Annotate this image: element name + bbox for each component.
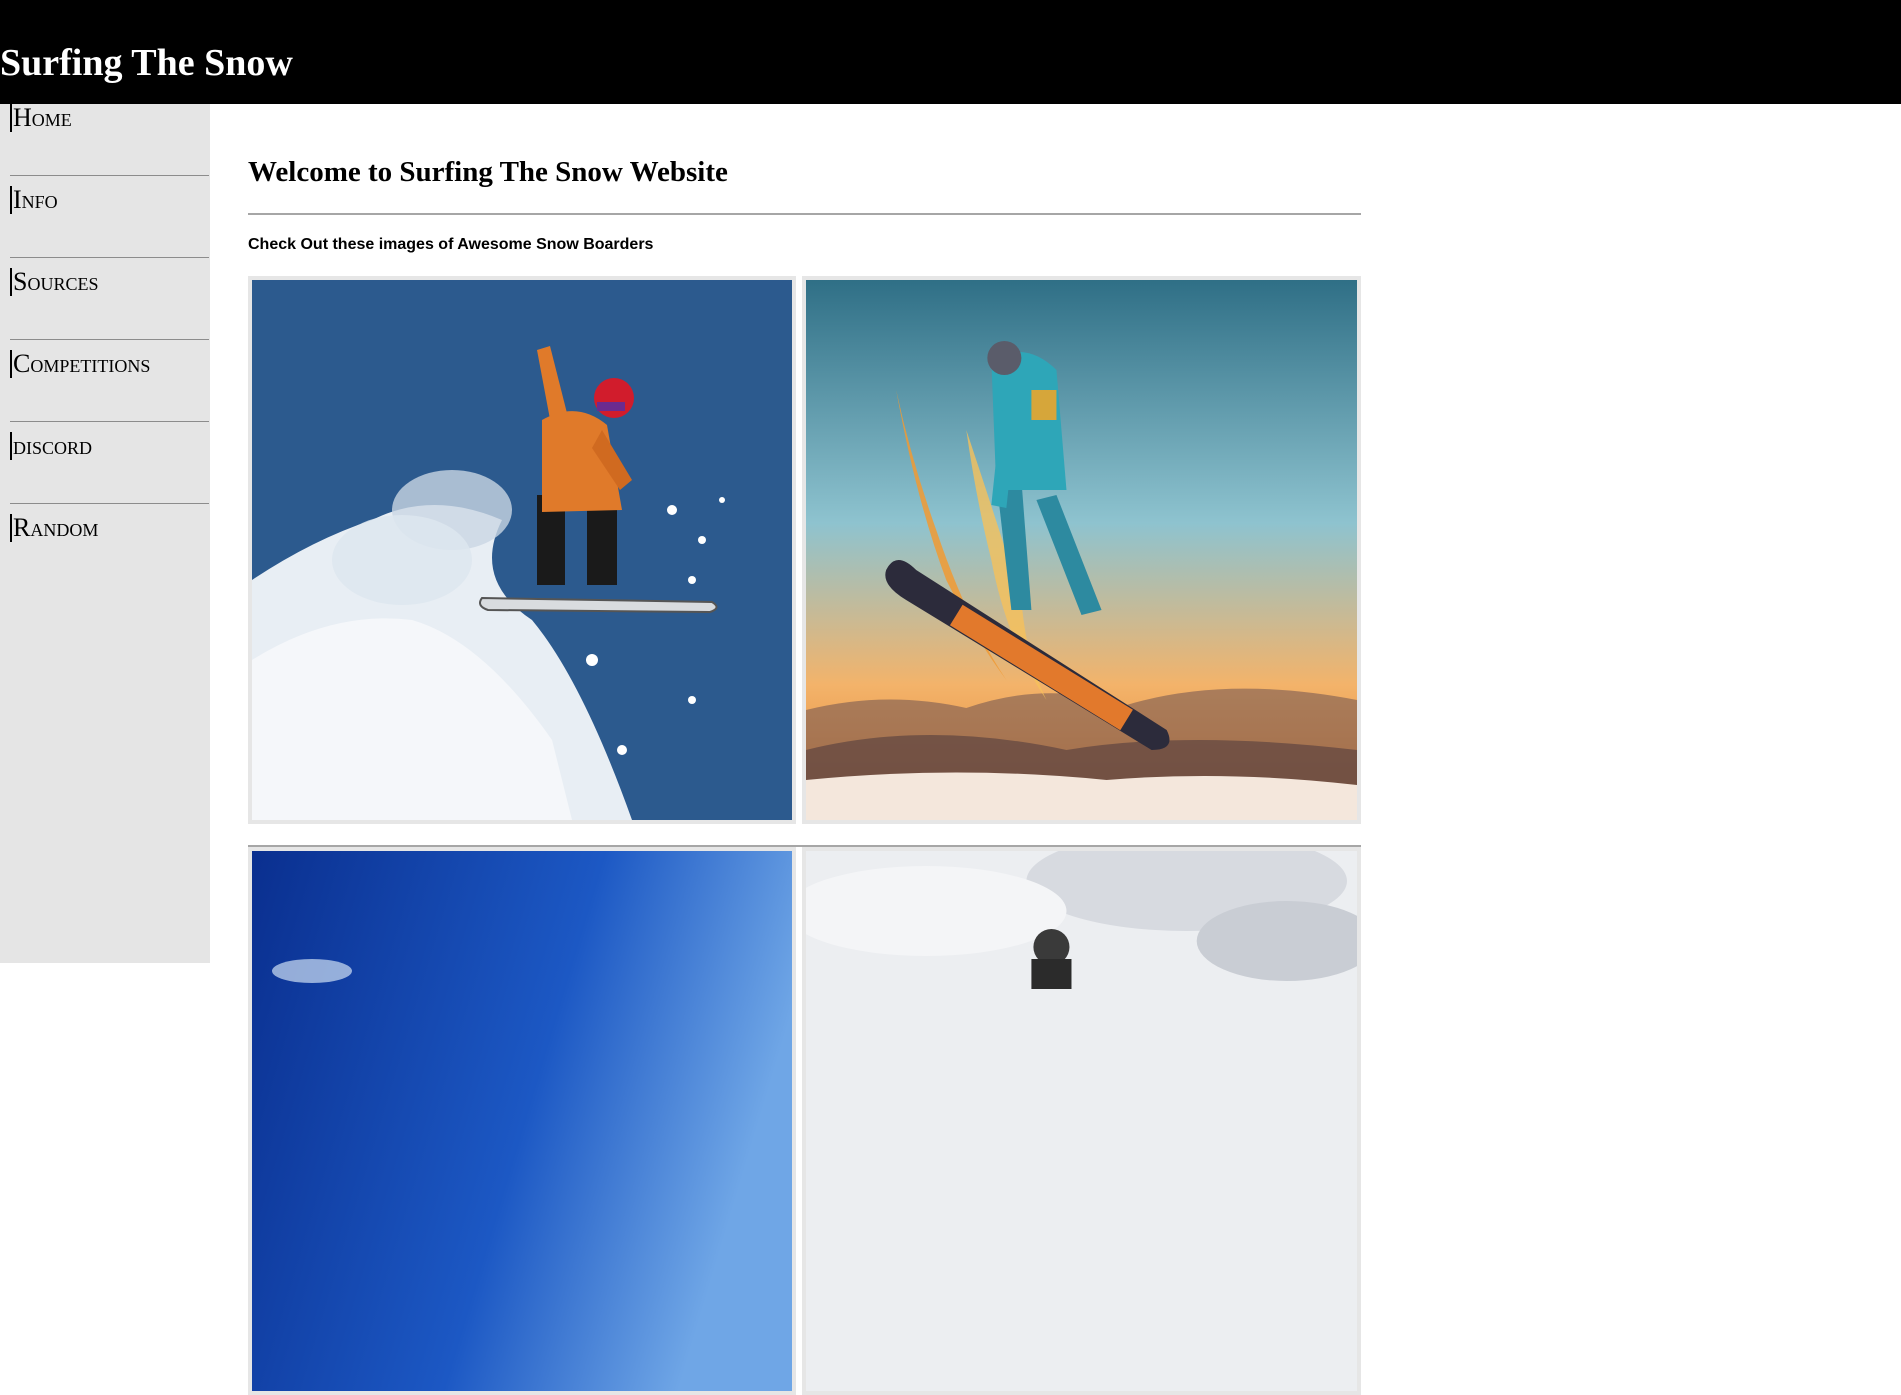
nav-divider [10,503,209,504]
snowboarder-photo-2 [802,276,1361,824]
sidebar-item-competitions[interactable]: Competitions [10,350,209,410]
sidebar-item-discord[interactable]: discord [10,432,209,492]
snowboarder-photo-cloudy-sky-icon [806,851,1357,1391]
snowboarder-photo-3 [248,847,796,1395]
sidebar-item-sources[interactable]: Sources [10,268,209,328]
nav-divider [10,175,209,176]
nav-divider [10,421,209,422]
nav-link-sources[interactable]: Sources [10,268,98,296]
page-title: Welcome to Surfing The Snow Website [248,156,728,188]
nav-divider [10,339,209,340]
horizontal-rule [248,213,1361,215]
nav-divider [10,257,209,258]
page-subheading: Check Out these images of Awesome Snow B… [248,236,654,253]
snowboarder-photo-4 [802,847,1361,1395]
snowboarder-photo-deep-blue-sky-icon [252,851,792,1391]
snowboarder-photo-sunset-jump-icon [806,280,1357,820]
snowboarder-photo-1 [248,276,796,824]
sidebar-item-random[interactable]: Random [10,514,209,574]
sidebar-nav: Home Info Sources Competitions discord R… [0,104,210,963]
sidebar-item-info[interactable]: Info [10,186,209,246]
nav-link-home[interactable]: Home [10,104,72,132]
snowboarder-photo-orange-jacket-icon [252,280,792,820]
site-title: Surfing The Snow [0,42,293,84]
nav-link-info[interactable]: Info [10,186,58,214]
nav-link-random[interactable]: Random [10,514,98,542]
site-header: Surfing The Snow [0,0,1901,104]
nav-link-discord[interactable]: discord [10,432,92,460]
nav-link-competitions[interactable]: Competitions [10,350,150,378]
sidebar-item-home[interactable]: Home [10,104,209,164]
